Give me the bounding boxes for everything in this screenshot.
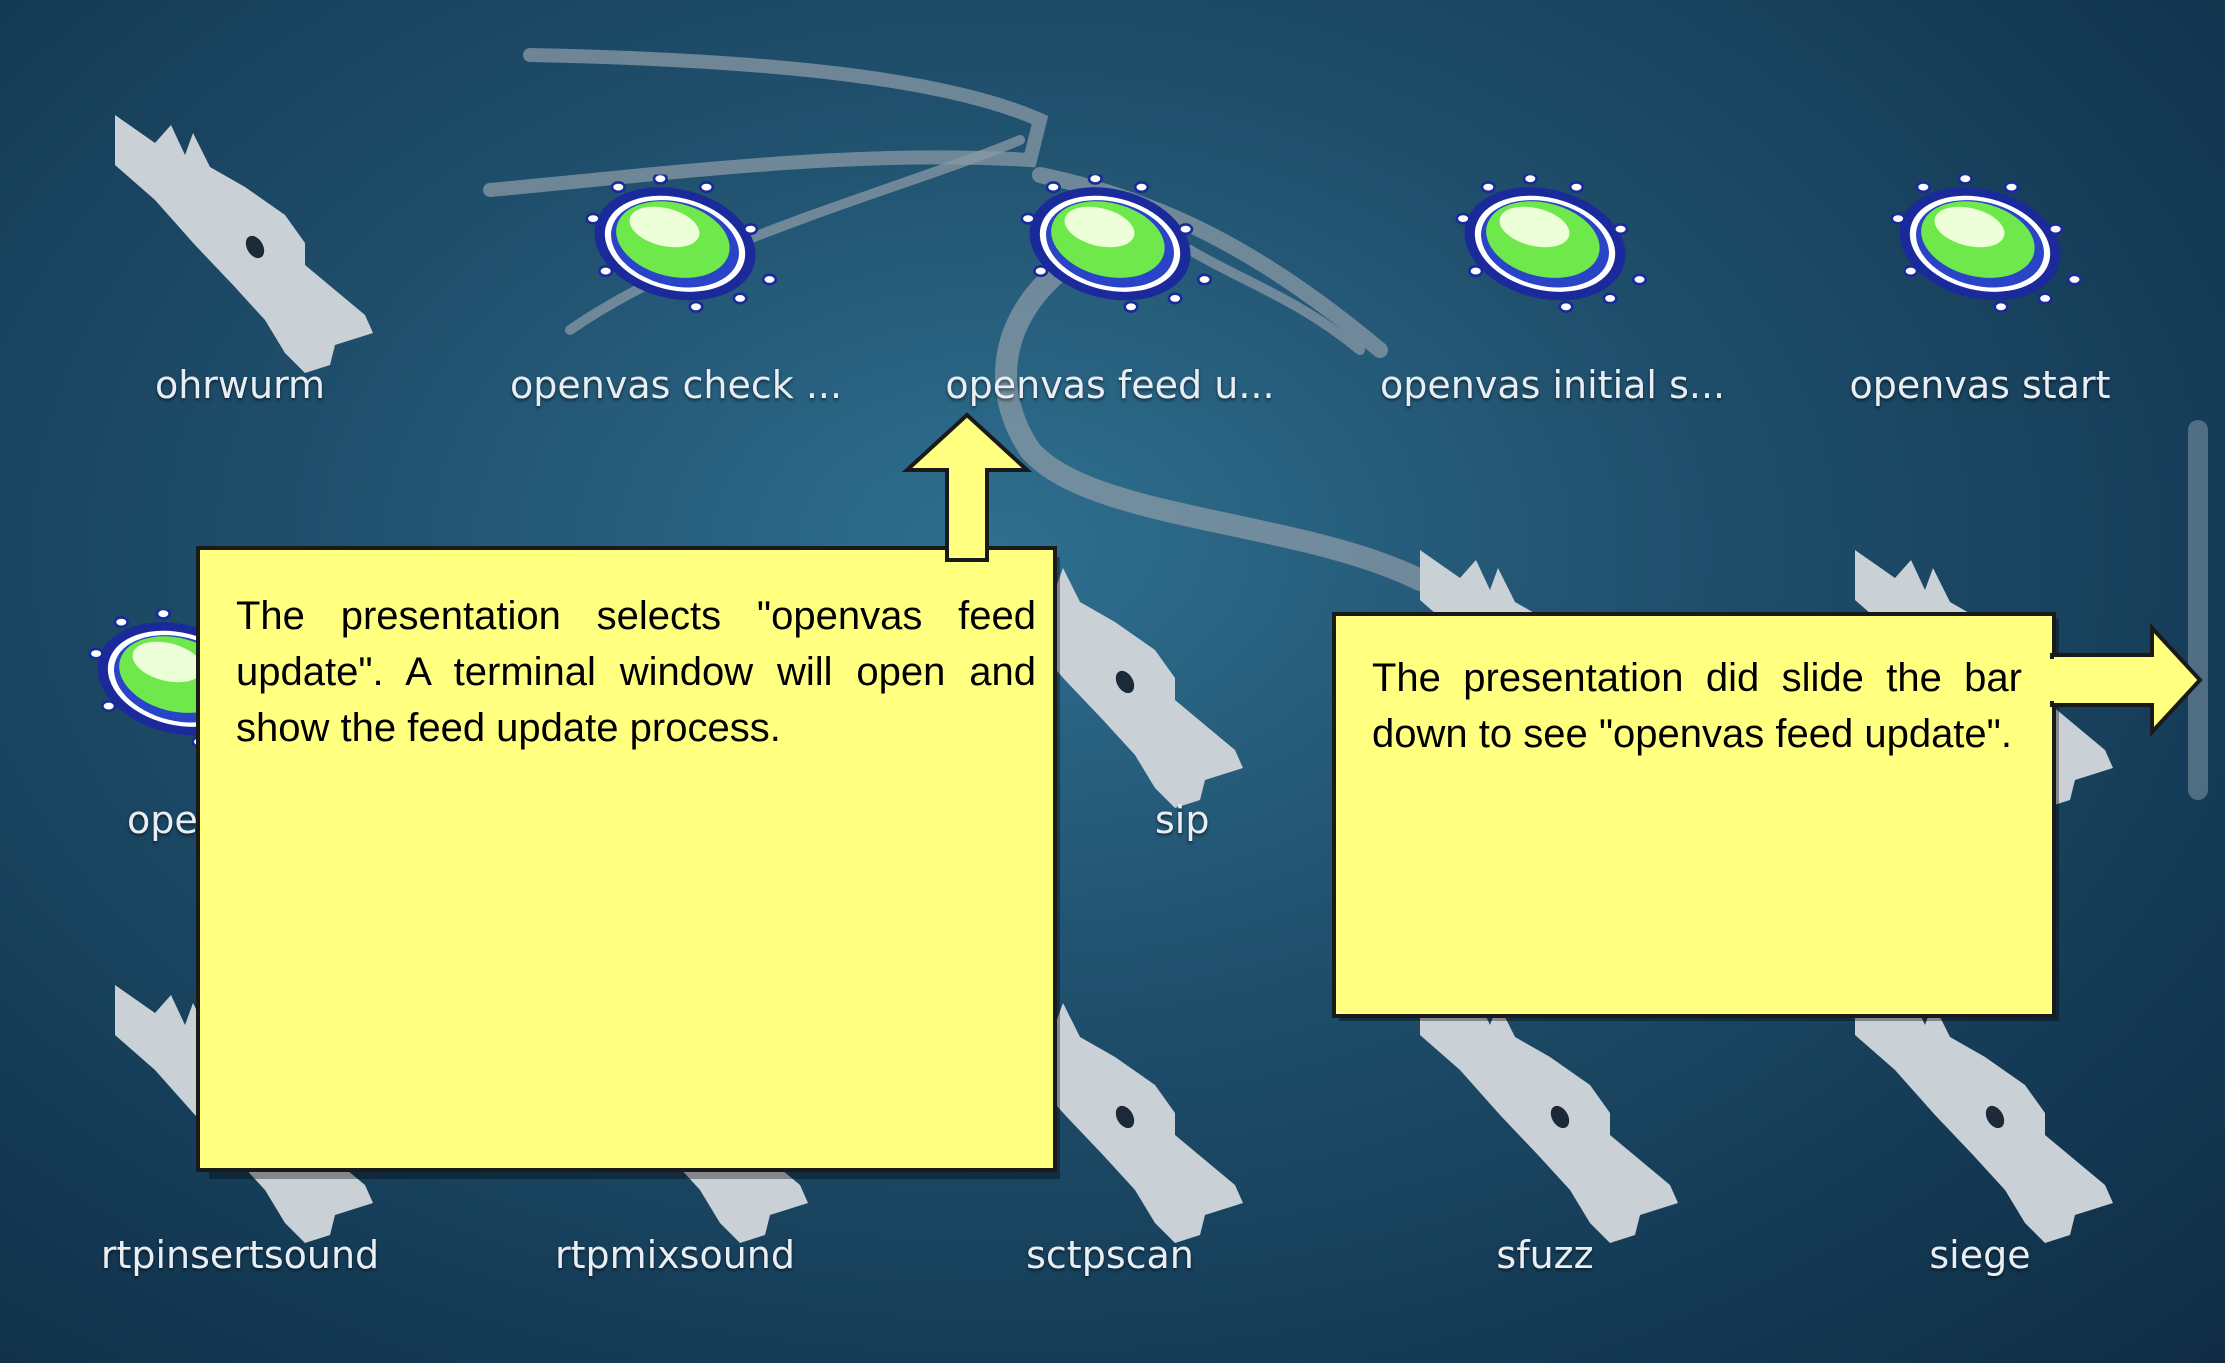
callout-left: The presentation selects "openvas feed u…	[190, 405, 1160, 1180]
app-label: rtpmixsound	[554, 1233, 796, 1277]
openvas-icon	[1815, 115, 2145, 355]
app-label: openvas feed u...	[945, 363, 1275, 407]
app-label: openvas start	[1849, 363, 2111, 407]
app-ohrwurm[interactable]: ohrwurm	[75, 115, 405, 415]
app-label: ohrwurm	[154, 363, 326, 407]
app-label: sfuzz	[1496, 1233, 1594, 1277]
app-label: sip	[1155, 798, 1210, 842]
app-label: rtpinsertsound	[100, 1233, 380, 1277]
callout-left-text: The presentation selects "openvas feed u…	[236, 594, 1036, 750]
up-arrow-icon	[901, 412, 1033, 562]
callout-right: The presentation did slide the bar down …	[1330, 610, 2210, 1030]
app-openvas-start[interactable]: openvas start	[1815, 115, 2145, 415]
callout-right-text: The presentation did slide the bar down …	[1372, 656, 2022, 756]
app-openvas-initial-setup[interactable]: openvas initial s...	[1380, 115, 1726, 415]
app-siege[interactable]: siege	[1815, 985, 2145, 1285]
app-label: openvas initial s...	[1380, 363, 1726, 407]
app-label: siege	[1929, 1233, 2031, 1277]
kali-dragon-icon	[75, 115, 405, 355]
app-openvas-check[interactable]: openvas check ...	[510, 115, 843, 415]
app-openvas-feed-update[interactable]: openvas feed u...	[945, 115, 1275, 415]
openvas-icon	[510, 115, 840, 355]
app-sfuzz[interactable]: sfuzz	[1380, 985, 1710, 1285]
app-label: sctpscan	[1026, 1233, 1194, 1277]
openvas-icon	[1380, 115, 1710, 355]
app-label: openvas check ...	[510, 363, 843, 407]
desktop: ohrwurm openvas check ... openvas feed u…	[0, 0, 2225, 1363]
openvas-icon	[945, 115, 1275, 355]
